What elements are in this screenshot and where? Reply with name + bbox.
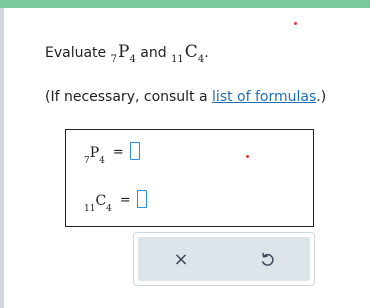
left-rail xyxy=(0,8,4,308)
answer-comb-n: 11 xyxy=(84,204,96,214)
combination-r: 4 xyxy=(197,54,205,65)
answer-comb-symbol: C xyxy=(95,193,107,209)
hint-before: (If necessary, consult a xyxy=(45,89,213,105)
hint-after: .) xyxy=(316,89,327,105)
answer-perm-r: 4 xyxy=(99,156,105,166)
answer-comb-r: 4 xyxy=(106,204,112,214)
combination-symbol: C xyxy=(184,42,198,62)
combination-n: 11 xyxy=(171,54,184,65)
action-bar: × xyxy=(138,237,310,281)
question-prefix: Evaluate xyxy=(45,45,111,61)
question-conjunction: and xyxy=(135,45,172,61)
formulas-link[interactable]: list of formulas xyxy=(212,89,316,105)
close-icon: × xyxy=(173,248,189,270)
undo-icon xyxy=(261,252,274,266)
combination-answer-input[interactable] xyxy=(136,190,147,208)
permutation-expression: 7P4 xyxy=(110,42,136,65)
answer-perm-n: 7 xyxy=(84,156,90,166)
permutation-answer-input[interactable] xyxy=(129,142,140,160)
combination-answer-row: 11C4 = xyxy=(84,190,147,214)
clear-button[interactable]: × xyxy=(138,237,224,281)
marker-dot xyxy=(294,22,297,25)
action-panel: × xyxy=(133,232,315,286)
answer-perm-symbol: P xyxy=(89,145,100,161)
permutation-r: 4 xyxy=(129,54,136,65)
question-text: Evaluate 7P4 and 11C4. xyxy=(45,42,209,65)
formula-hint: (If necessary, consult a list of formula… xyxy=(45,87,326,107)
permutation-symbol: P xyxy=(117,42,130,62)
question-suffix: . xyxy=(204,45,209,61)
equals-sign: = xyxy=(112,145,124,160)
combination-expression: 11C4 xyxy=(171,42,205,65)
top-accent-bar xyxy=(0,0,370,8)
answer-box: 7P4= 11C4= xyxy=(65,129,314,227)
undo-button[interactable] xyxy=(224,237,310,281)
permutation-answer-row: 7P4 = xyxy=(84,142,140,166)
permutation-n: 7 xyxy=(110,54,117,65)
equals-sign: = xyxy=(119,193,131,208)
